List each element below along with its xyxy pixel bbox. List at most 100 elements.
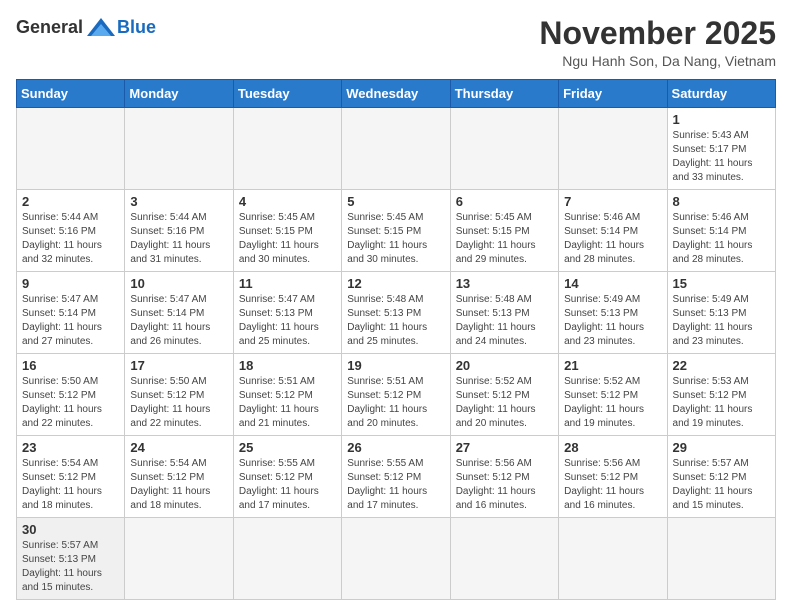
day-number: 19 [347,358,444,373]
day-info: Sunrise: 5:52 AMSunset: 5:12 PMDaylight:… [456,375,553,431]
day-info: Sunrise: 5:53 AMSunset: 5:12 PMDaylight:… [673,375,770,431]
calendar-cell: 15Sunrise: 5:49 AMSunset: 5:13 PMDayligh… [667,272,775,354]
day-header-tuesday: Tuesday [233,80,341,108]
day-number: 28 [564,440,661,455]
calendar-cell [233,518,341,600]
calendar-cell [342,108,450,190]
calendar-cell [450,108,558,190]
day-info: Sunrise: 5:47 AMSunset: 5:14 PMDaylight:… [130,293,227,349]
day-number: 13 [456,276,553,291]
day-info: Sunrise: 5:47 AMSunset: 5:14 PMDaylight:… [22,293,119,349]
day-number: 29 [673,440,770,455]
day-info: Sunrise: 5:45 AMSunset: 5:15 PMDaylight:… [347,211,444,267]
day-number: 11 [239,276,336,291]
calendar-cell: 8 Sunrise: 5:46 AMSunset: 5:14 PMDaylight… [667,190,775,272]
calendar-week-row: 16 Sunrise: 5:50 AMSunset: 5:12 PMDayligh… [17,354,776,436]
calendar-week-row: 30Sunrise: 5:57 AMSunset: 5:13 PMDayligh… [17,518,776,600]
calendar-cell: 19 Sunrise: 5:51 AMSunset: 5:12 PMDayligh… [342,354,450,436]
day-info: Sunrise: 5:43 AMSunset: 5:17 PMDaylight:… [673,129,770,185]
day-number: 8 [673,194,770,209]
day-number: 12 [347,276,444,291]
calendar-cell: 26 Sunrise: 5:55 AMSunset: 5:12 PMDayligh… [342,436,450,518]
calendar-cell [342,518,450,600]
day-info: Sunrise: 5:49 AMSunset: 5:13 PMDaylight:… [564,293,661,349]
day-number: 27 [456,440,553,455]
day-info: Sunrise: 5:45 AMSunset: 5:15 PMDaylight:… [456,211,553,267]
day-info: Sunrise: 5:51 AMSunset: 5:12 PMDaylight:… [239,375,336,431]
calendar-cell [667,518,775,600]
day-info: Sunrise: 5:45 AMSunset: 5:15 PMDaylight:… [239,211,336,267]
day-info: Sunrise: 5:55 AMSunset: 5:12 PMDaylight:… [239,457,336,513]
day-info: Sunrise: 5:55 AMSunset: 5:12 PMDaylight:… [347,457,444,513]
month-title: November 2025 [539,16,776,51]
calendar-cell: 13 Sunrise: 5:48 AMSunset: 5:13 PMDayligh… [450,272,558,354]
location: Ngu Hanh Son, Da Nang, Vietnam [539,53,776,69]
calendar-cell: 4 Sunrise: 5:45 AMSunset: 5:15 PMDaylight… [233,190,341,272]
day-number: 1 [673,112,770,127]
calendar-week-row: 23 Sunrise: 5:54 AMSunset: 5:12 PMDayligh… [17,436,776,518]
calendar-week-row: 2Sunrise: 5:44 AMSunset: 5:16 PMDaylight… [17,190,776,272]
day-info: Sunrise: 5:46 AMSunset: 5:14 PMDaylight:… [673,211,770,267]
logo-icon [87,16,115,38]
day-number: 9 [22,276,119,291]
calendar-week-row: 9 Sunrise: 5:47 AMSunset: 5:14 PMDaylight… [17,272,776,354]
calendar-header-row: SundayMondayTuesdayWednesdayThursdayFrid… [17,80,776,108]
day-number: 30 [22,522,119,537]
calendar-cell: 17Sunrise: 5:50 AMSunset: 5:12 PMDayligh… [125,354,233,436]
day-info: Sunrise: 5:47 AMSunset: 5:13 PMDaylight:… [239,293,336,349]
calendar-cell [233,108,341,190]
calendar-cell [559,518,667,600]
calendar-cell: 29 Sunrise: 5:57 AMSunset: 5:12 PMDayligh… [667,436,775,518]
day-number: 26 [347,440,444,455]
day-info: Sunrise: 5:54 AMSunset: 5:12 PMDaylight:… [130,457,227,513]
logo: General Blue [16,16,156,38]
calendar-cell: 28Sunrise: 5:56 AMSunset: 5:12 PMDayligh… [559,436,667,518]
day-info: Sunrise: 5:57 AMSunset: 5:12 PMDaylight:… [673,457,770,513]
calendar-cell: 5Sunrise: 5:45 AMSunset: 5:15 PMDaylight… [342,190,450,272]
day-number: 23 [22,440,119,455]
logo-blue-text: Blue [117,17,156,38]
day-number: 4 [239,194,336,209]
day-info: Sunrise: 5:56 AMSunset: 5:12 PMDaylight:… [456,457,553,513]
day-number: 16 [22,358,119,373]
calendar-cell: 11 Sunrise: 5:47 AMSunset: 5:13 PMDayligh… [233,272,341,354]
calendar-week-row: 1 Sunrise: 5:43 AMSunset: 5:17 PMDaylight… [17,108,776,190]
logo-general-text: General [16,17,83,38]
calendar-cell: 16 Sunrise: 5:50 AMSunset: 5:12 PMDayligh… [17,354,125,436]
day-number: 24 [130,440,227,455]
day-header-saturday: Saturday [667,80,775,108]
calendar-cell: 14Sunrise: 5:49 AMSunset: 5:13 PMDayligh… [559,272,667,354]
calendar-cell: 3 Sunrise: 5:44 AMSunset: 5:16 PMDaylight… [125,190,233,272]
day-number: 6 [456,194,553,209]
calendar-cell: 10Sunrise: 5:47 AMSunset: 5:14 PMDayligh… [125,272,233,354]
day-info: Sunrise: 5:50 AMSunset: 5:12 PMDaylight:… [22,375,119,431]
day-number: 3 [130,194,227,209]
calendar-cell: 27 Sunrise: 5:56 AMSunset: 5:12 PMDayligh… [450,436,558,518]
day-number: 25 [239,440,336,455]
day-info: Sunrise: 5:54 AMSunset: 5:12 PMDaylight:… [22,457,119,513]
day-number: 7 [564,194,661,209]
day-info: Sunrise: 5:50 AMSunset: 5:12 PMDaylight:… [130,375,227,431]
calendar-cell: 2Sunrise: 5:44 AMSunset: 5:16 PMDaylight… [17,190,125,272]
day-info: Sunrise: 5:51 AMSunset: 5:12 PMDaylight:… [347,375,444,431]
calendar-cell: 23 Sunrise: 5:54 AMSunset: 5:12 PMDayligh… [17,436,125,518]
day-info: Sunrise: 5:48 AMSunset: 5:13 PMDaylight:… [456,293,553,349]
day-header-wednesday: Wednesday [342,80,450,108]
calendar-cell: 6 Sunrise: 5:45 AMSunset: 5:15 PMDaylight… [450,190,558,272]
calendar-cell: 24 Sunrise: 5:54 AMSunset: 5:12 PMDayligh… [125,436,233,518]
day-number: 20 [456,358,553,373]
calendar-cell: 30Sunrise: 5:57 AMSunset: 5:13 PMDayligh… [17,518,125,600]
calendar-cell: 22 Sunrise: 5:53 AMSunset: 5:12 PMDayligh… [667,354,775,436]
day-info: Sunrise: 5:49 AMSunset: 5:13 PMDaylight:… [673,293,770,349]
calendar-cell: 9 Sunrise: 5:47 AMSunset: 5:14 PMDaylight… [17,272,125,354]
calendar-cell [450,518,558,600]
day-number: 22 [673,358,770,373]
day-number: 18 [239,358,336,373]
day-number: 21 [564,358,661,373]
calendar-cell: 25 Sunrise: 5:55 AMSunset: 5:12 PMDayligh… [233,436,341,518]
title-area: November 2025 Ngu Hanh Son, Da Nang, Vie… [539,16,776,69]
calendar-cell [125,518,233,600]
day-info: Sunrise: 5:44 AMSunset: 5:16 PMDaylight:… [22,211,119,267]
calendar-cell: 12Sunrise: 5:48 AMSunset: 5:13 PMDayligh… [342,272,450,354]
day-info: Sunrise: 5:44 AMSunset: 5:16 PMDaylight:… [130,211,227,267]
